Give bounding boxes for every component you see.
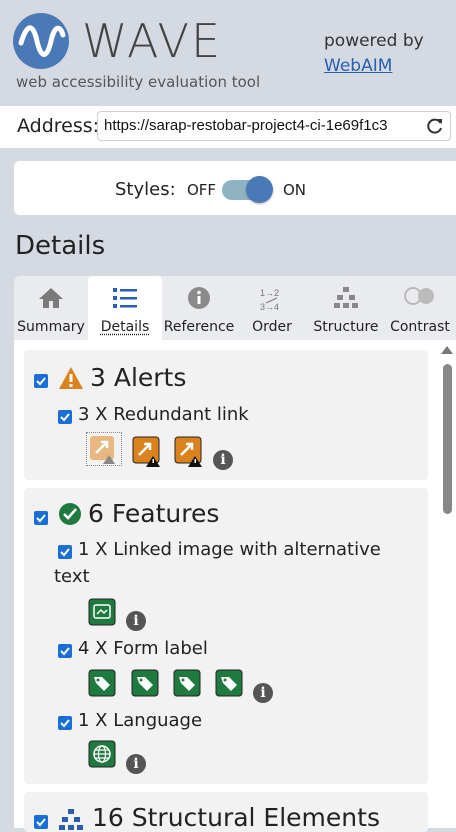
list-icon (113, 288, 137, 308)
tab-label: Summary (17, 319, 85, 335)
features-checkbox[interactable] (34, 511, 48, 525)
home-icon (39, 288, 63, 308)
redundant-link-icon[interactable] (174, 436, 202, 467)
tab-label: Reference (163, 319, 235, 335)
alerts-section: 3 Alerts 3 X Redundant link i (24, 350, 428, 480)
tab-order[interactable]: 1→2 3→4 Order (236, 276, 308, 340)
form-label-icon[interactable] (131, 669, 159, 697)
linked-image-label-line1: 1 X Linked image with alternative (78, 539, 381, 560)
language-checkbox[interactable] (58, 716, 72, 730)
form-label-checkbox[interactable] (58, 644, 72, 658)
info-icon[interactable]: i (213, 450, 233, 470)
logo-text: WAVE (82, 14, 223, 68)
redundant-link-icon[interactable] (86, 432, 122, 466)
info-icon[interactable]: i (126, 754, 146, 774)
structure-icon (334, 287, 358, 308)
redundant-link-label: 3 X Redundant link (78, 404, 249, 425)
styles-toggle-knob[interactable] (246, 176, 273, 203)
svg-text:1→2: 1→2 (260, 288, 279, 298)
redundant-link-icon[interactable] (132, 436, 160, 467)
scroll-up-icon[interactable] (441, 346, 453, 354)
reload-icon[interactable] (425, 116, 445, 136)
tab-label: Details (100, 319, 150, 335)
tagline: web accessibility evaluation tool (16, 73, 261, 91)
structure-icon (59, 809, 83, 830)
linked-image-icon[interactable] (88, 598, 116, 626)
alerts-checkbox[interactable] (34, 374, 48, 388)
tab-label: Structure (313, 319, 379, 335)
scrollbar-thumb[interactable] (443, 364, 452, 514)
alerts-title: 3 Alerts (90, 363, 187, 392)
redundant-link-checkbox[interactable] (58, 410, 72, 424)
features-section: 6 Features 1 X Linked image with alterna… (24, 488, 428, 784)
feature-check-icon (59, 503, 81, 525)
powered-by-text: powered by (324, 31, 424, 51)
tab-contrast[interactable]: Contrast (384, 276, 456, 340)
webaim-link[interactable]: WebAIM (324, 56, 392, 76)
info-icon[interactable]: i (253, 683, 273, 703)
features-title: 6 Features (88, 499, 220, 528)
form-label-icon[interactable] (215, 669, 243, 697)
alert-icon (59, 367, 83, 389)
structure-checkbox[interactable] (34, 815, 48, 829)
wave-logo-icon (13, 13, 69, 69)
form-label-icon[interactable] (173, 669, 201, 697)
styles-label: Styles: (115, 179, 176, 200)
order-icon: 1→2 3→4 (260, 288, 279, 312)
styles-on-label: ON (283, 181, 307, 199)
info-icon (188, 287, 210, 309)
linked-image-label-line2: text (54, 566, 90, 587)
tab-structure[interactable]: Structure (308, 276, 384, 340)
tab-details[interactable]: Details (88, 276, 162, 340)
info-icon[interactable]: i (126, 611, 146, 631)
address-input[interactable]: https://sarap-restobar-project4-ci-1e69f… (97, 111, 451, 141)
form-label-icon[interactable] (88, 669, 116, 697)
page-title: Details (15, 231, 106, 261)
structure-section: 16 Structural Elements (24, 792, 428, 832)
form-label-label: 4 X Form label (78, 638, 208, 659)
styles-off-label: OFF (187, 181, 217, 199)
tab-label: Order (252, 319, 292, 335)
svg-text:3→4: 3→4 (260, 302, 279, 312)
address-label: Address: (17, 115, 100, 137)
language-icon[interactable] (88, 740, 116, 768)
tab-summary[interactable]: Summary (14, 276, 88, 340)
tab-label: Contrast (390, 319, 450, 335)
tab-reference[interactable]: Reference (162, 276, 236, 340)
linked-image-checkbox[interactable] (58, 545, 72, 559)
language-label: 1 X Language (78, 710, 203, 731)
contrast-icon (404, 287, 434, 305)
